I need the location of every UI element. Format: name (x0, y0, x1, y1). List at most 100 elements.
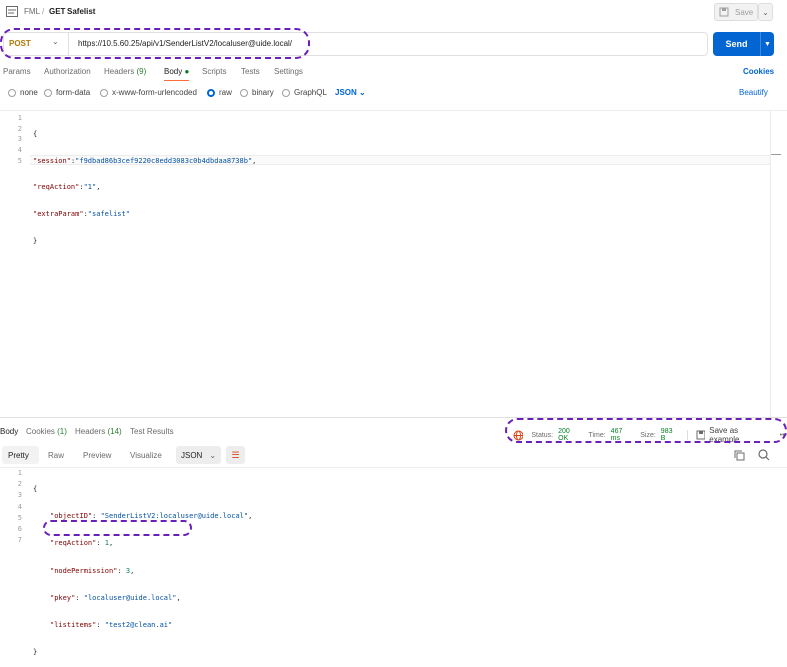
chevron-down-icon: ⌄ (359, 88, 366, 97)
code-tail: , (130, 566, 135, 575)
code-sep: : (96, 620, 105, 629)
radio-urlencoded[interactable]: x-www-form-urlencoded (100, 88, 197, 97)
code-value: "1" (83, 183, 97, 192)
radio-icon (240, 88, 248, 97)
code-value: "localuser@uide.local" (83, 593, 177, 602)
tab-scripts[interactable]: Scripts (202, 67, 226, 76)
breadcrumb-separator: / (42, 7, 45, 16)
radio-icon (282, 88, 290, 97)
chevron-down-icon: ⌄ (762, 7, 769, 17)
response-tab-headers[interactable]: Headers (14) (75, 427, 122, 436)
editor-scrollbar[interactable] (770, 111, 771, 417)
radio-label: none (20, 88, 38, 97)
headers-count: (14) (107, 427, 122, 436)
line-number: 5 (17, 513, 22, 522)
code-value: "test2@clean.ai" (104, 620, 173, 629)
code-tail: , (248, 512, 253, 521)
code-key: "pkey" (50, 593, 76, 602)
save-options-button[interactable]: ⌄ (758, 3, 773, 21)
send-button[interactable]: Send (713, 32, 760, 56)
response-tab-test-results[interactable]: Test Results (130, 427, 174, 436)
breadcrumb-method: GET (49, 7, 66, 16)
tab-headers-label: Headers (75, 427, 106, 436)
tab-headers[interactable]: Headers (9) (104, 67, 146, 76)
radio-raw[interactable]: raw (207, 88, 232, 97)
radio-form-data[interactable]: form-data (44, 88, 90, 97)
radio-none[interactable]: none (8, 88, 38, 97)
tab-body[interactable]: Body ● (164, 67, 189, 76)
tab-settings[interactable]: Settings (274, 67, 303, 76)
code-sep: : (117, 566, 126, 575)
save-button[interactable]: Save (714, 3, 758, 21)
tab-tests[interactable]: Tests (241, 67, 260, 76)
line-number: 5 (17, 156, 22, 165)
radio-binary[interactable]: binary (240, 88, 274, 97)
view-tab-raw[interactable]: Raw (48, 451, 64, 460)
radio-label: GraphQL (294, 88, 327, 97)
code-sep: : (92, 512, 101, 521)
annotation-oval-status (505, 418, 787, 443)
http-request-icon (6, 6, 18, 17)
request-header: FML / GET Safelist Save ⌄ (0, 0, 787, 26)
code-tail: , (96, 183, 101, 192)
response-tab-body[interactable]: Body (0, 427, 18, 436)
annotation-oval-listitems (43, 520, 192, 536)
view-tab-visualize[interactable]: Visualize (130, 451, 162, 460)
scrollbar-thumb[interactable] (771, 154, 781, 155)
code-line: "listitems": "test2@clean.ai" (33, 621, 252, 632)
cookies-count: (1) (57, 427, 67, 436)
divider (0, 467, 787, 468)
view-tab-pretty[interactable]: Pretty (8, 451, 29, 460)
radio-selected-icon (207, 88, 215, 97)
code-sep: : (96, 539, 105, 548)
code-brace: { (33, 130, 38, 138)
view-tab-preview[interactable]: Preview (83, 451, 111, 460)
code-line: { (33, 485, 252, 496)
code-key: "reqAction" (33, 183, 80, 192)
code-line: } (33, 648, 252, 659)
cookies-link[interactable]: Cookies (743, 67, 774, 76)
search-icon[interactable] (758, 449, 770, 461)
radio-label: binary (252, 88, 274, 97)
filter-button[interactable]: ☰ (226, 446, 245, 464)
send-options-button[interactable]: ▼ (760, 32, 774, 56)
line-number: 4 (17, 502, 22, 511)
breadcrumb-collection[interactable]: FML (24, 7, 40, 16)
tab-headers-label: Headers (104, 67, 135, 76)
response-body-viewer[interactable]: { "objectID": "SenderListV2:localuser@ui… (33, 469, 252, 667)
code-key: "listitems" (50, 620, 97, 629)
format-label: JSON (335, 88, 357, 97)
save-label: Save (735, 7, 754, 17)
headers-count: (9) (136, 67, 147, 76)
code-brace: { (33, 485, 38, 493)
tab-cookies-label: Cookies (26, 427, 55, 436)
radio-icon (44, 88, 52, 97)
request-title[interactable]: Safelist (67, 7, 95, 16)
code-tail: , (176, 593, 181, 602)
beautify-button[interactable]: Beautify (739, 88, 768, 97)
response-line-numbers: 1 2 3 4 5 6 7 (0, 469, 22, 547)
format-select[interactable]: JSON ⌄ (335, 88, 366, 97)
divider (0, 110, 787, 111)
radio-icon (100, 88, 108, 97)
code-brace: } (33, 648, 38, 657)
line-number: 2 (17, 124, 22, 133)
code-key: "session" (33, 156, 71, 165)
code-line: "reqAction": 1, (33, 539, 252, 550)
radio-graphql[interactable]: GraphQL (282, 88, 327, 97)
line-number: 2 (17, 480, 22, 489)
code-value: "f9dbad86b3cef9220c8edd3083c0b4dbdaa8738… (75, 156, 253, 165)
format-label: JSON (181, 450, 203, 460)
radio-label: form-data (56, 88, 91, 97)
tab-params[interactable]: Params (3, 67, 31, 76)
radio-label: raw (219, 88, 232, 97)
response-format-select[interactable]: JSON ⌄ (176, 446, 221, 464)
copy-icon[interactable] (734, 450, 745, 461)
tab-authorization[interactable]: Authorization (44, 67, 91, 76)
code-key: "objectID" (50, 512, 93, 521)
response-tab-cookies[interactable]: Cookies (1) (26, 427, 67, 436)
chevron-down-icon: ▼ (764, 40, 771, 48)
request-body-editor[interactable]: { "session":"f9dbad86b3cef9220c8edd3083c… (33, 114, 256, 255)
line-number: 1 (17, 114, 22, 122)
radio-icon (8, 88, 16, 97)
